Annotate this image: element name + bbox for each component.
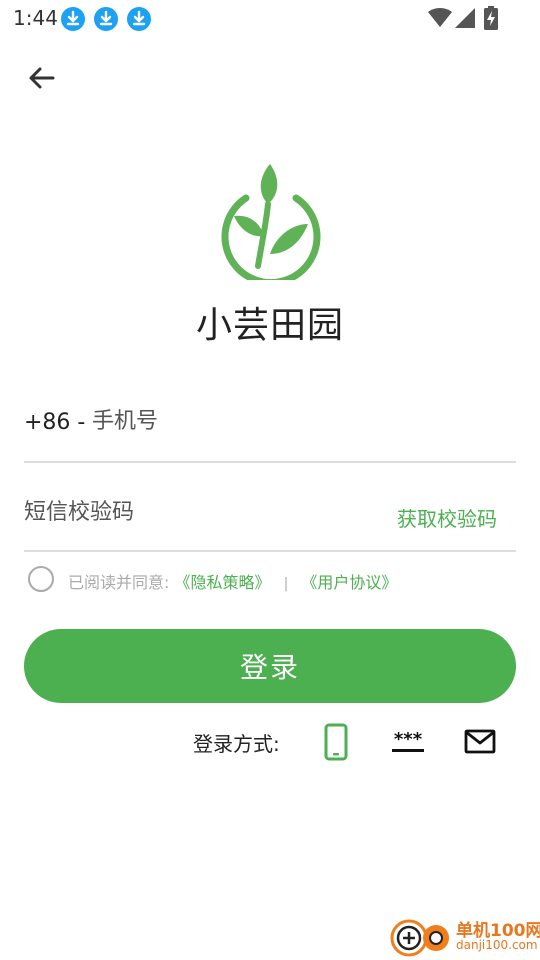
- status-bar: 1:44: [0, 0, 540, 38]
- watermark: 单机100网 danji100.com: [390, 914, 540, 960]
- status-time: 1:44: [13, 6, 58, 30]
- login-methods-label: 登录方式:: [193, 732, 280, 756]
- get-code-button[interactable]: 获取校验码: [397, 503, 497, 532]
- agreement-text: 已阅读并同意: 《隐私策略》 | 《用户协议》: [68, 569, 397, 593]
- login-screen: 1:44 小芸田园 +86 - 手机号 短信校验码 获取校验码 已阅读并同意: …: [0, 0, 540, 960]
- login-button[interactable]: 登录: [24, 629, 516, 703]
- login-method-password[interactable]: ***: [388, 722, 428, 762]
- download-icon: [61, 7, 85, 31]
- agreement-prefix: 已阅读并同意:: [68, 573, 170, 592]
- sms-code-input[interactable]: [24, 489, 364, 535]
- privacy-policy-link[interactable]: 《隐私策略》: [175, 573, 271, 592]
- country-code[interactable]: +86 -: [24, 410, 85, 435]
- download-icon: [94, 7, 118, 31]
- login-method-phone[interactable]: [316, 722, 356, 762]
- watermark-url: danji100.com: [456, 938, 538, 952]
- phone-divider: [24, 461, 516, 463]
- wifi-icon: [428, 8, 452, 32]
- agreement-separator: |: [283, 576, 289, 592]
- phone-input[interactable]: [92, 398, 512, 444]
- sprout-leaf-logo: [221, 164, 321, 287]
- app-logo: [218, 160, 322, 287]
- battery-charging-icon: [484, 6, 498, 34]
- watermark-logo-icon: [390, 919, 449, 957]
- agreement-checkbox[interactable]: [28, 566, 54, 592]
- phone-icon: [324, 723, 348, 761]
- app-name: 小芸田园: [195, 305, 344, 346]
- code-divider: [24, 550, 516, 552]
- password-icon: ***: [392, 729, 424, 752]
- signal-icon: [455, 8, 475, 32]
- back-button[interactable]: [24, 60, 60, 96]
- download-icon: [127, 7, 151, 31]
- user-agreement-link[interactable]: 《用户协议》: [301, 573, 397, 592]
- login-method-email[interactable]: [460, 722, 500, 762]
- password-icon-text: ***: [394, 729, 423, 750]
- email-icon: [464, 729, 496, 754]
- arrow-left-icon: [29, 67, 55, 89]
